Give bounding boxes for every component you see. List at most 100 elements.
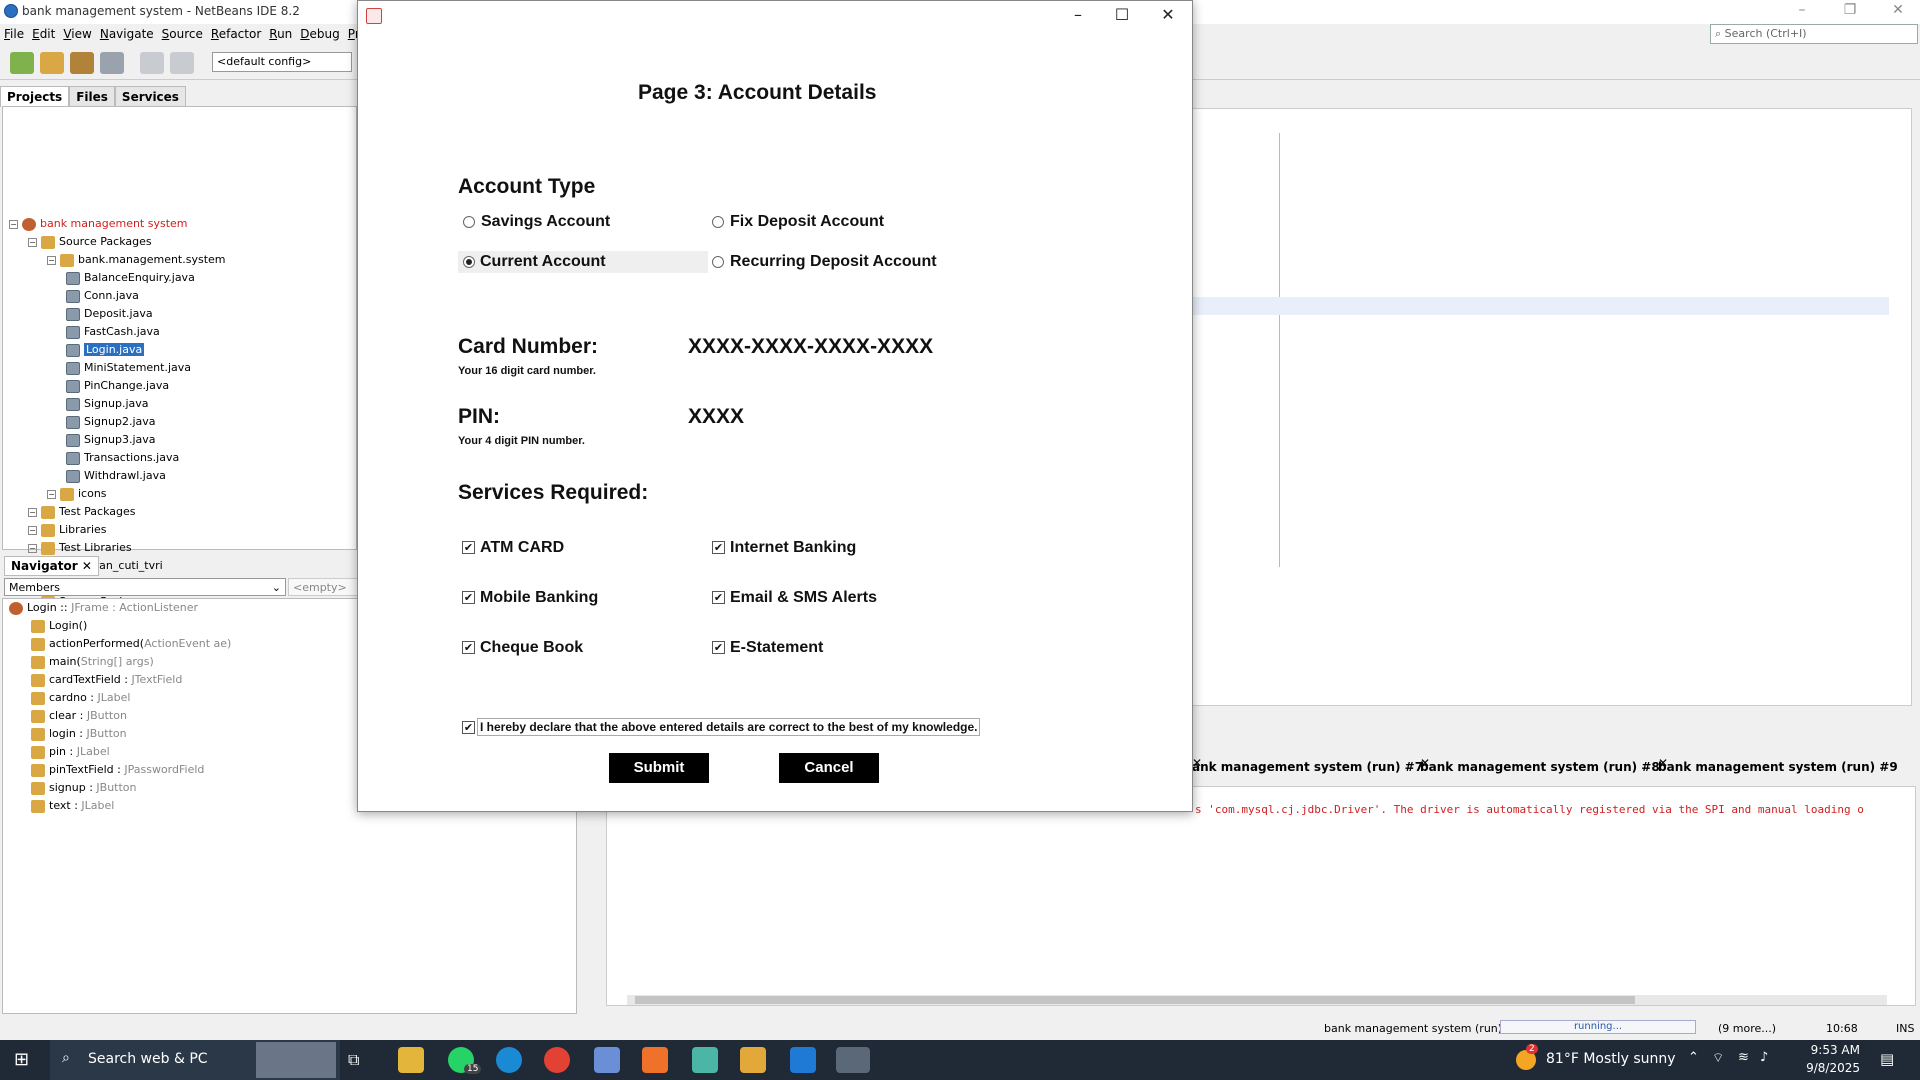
declaration-label[interactable]: I hereby declare that the above entered … [477, 718, 981, 736]
fix-deposit-radio[interactable] [712, 216, 724, 228]
tab-projects[interactable]: Projects [0, 86, 70, 107]
tree-item[interactable]: Signup3.java [66, 431, 156, 449]
tree-item[interactable]: − Libraries [28, 521, 107, 539]
clock-time[interactable]: 9:53 AM [1798, 1043, 1860, 1057]
tree-item[interactable]: BalanceEnquiry.java [66, 269, 195, 287]
fix-deposit-label[interactable]: Fix Deposit Account [730, 213, 884, 231]
atm-card-checkbox[interactable]: ✔ [462, 541, 475, 554]
restore-icon[interactable]: ❐ [1830, 2, 1870, 22]
tree-item[interactable]: Login.java [66, 341, 145, 359]
expand-toggle-icon[interactable]: − [28, 525, 37, 535]
xampp-icon[interactable] [642, 1047, 668, 1073]
vscode-icon[interactable] [790, 1047, 816, 1073]
output-tab-7[interactable]: ank management system (run) #7 ✕ [1192, 756, 1423, 774]
output-tab-9[interactable]: bank management system (run) #9 ✕ [1658, 756, 1898, 774]
current-account-label[interactable]: Current Account [480, 253, 606, 271]
navigator-item[interactable]: cardno : JLabel [31, 689, 130, 707]
menu-refactor[interactable]: Refactor [207, 24, 265, 44]
recurring-deposit-radio[interactable] [712, 256, 724, 268]
tree-item[interactable]: MiniStatement.java [66, 359, 191, 377]
expand-toggle-icon[interactable]: − [9, 219, 18, 229]
tree-item[interactable]: Signup2.java [66, 413, 156, 431]
minimize-icon[interactable]: – [1782, 2, 1822, 22]
code-editor[interactable] [1192, 108, 1912, 706]
email-sms-label[interactable]: Email & SMS Alerts [730, 589, 877, 607]
undo-icon[interactable] [140, 52, 164, 74]
tree-item[interactable]: Transactions.java [66, 449, 179, 467]
expand-toggle-icon[interactable]: − [47, 489, 56, 499]
tree-item[interactable]: Signup.java [66, 395, 149, 413]
tree-item[interactable]: − Source Packages [28, 233, 152, 251]
savings-label[interactable]: Savings Account [481, 213, 610, 231]
navigator-item[interactable]: clear : JButton [31, 707, 127, 725]
chrome-icon[interactable] [544, 1047, 570, 1073]
close-icon[interactable]: ✕ [1146, 5, 1190, 27]
java-app-icon[interactable] [836, 1047, 870, 1073]
tree-item[interactable]: − bank management system [9, 215, 188, 233]
menu-run[interactable]: Run [265, 24, 296, 44]
volume-icon[interactable]: ♪ [1760, 1050, 1768, 1065]
navigator-item[interactable]: pinTextField : JPasswordField [31, 761, 204, 779]
notifications-icon[interactable]: ▤ [1880, 1050, 1894, 1068]
save-all-icon[interactable] [100, 52, 124, 74]
minimize-icon[interactable]: – [1056, 5, 1100, 27]
tree-item[interactable]: Withdrawl.java [66, 467, 166, 485]
wifi-icon[interactable]: ≋ [1738, 1050, 1749, 1065]
tree-item[interactable]: − bank.management.system [47, 251, 226, 269]
e-statement-label[interactable]: E-Statement [730, 639, 823, 657]
tab-services[interactable]: Services [114, 86, 186, 107]
new-project-icon[interactable] [40, 52, 64, 74]
menu-edit[interactable]: Edit [28, 24, 59, 44]
redo-icon[interactable] [170, 52, 194, 74]
expand-toggle-icon[interactable]: − [28, 237, 37, 247]
tab-files[interactable]: Files [69, 86, 115, 107]
progress-bar[interactable]: running... [1500, 1020, 1696, 1034]
navigator-item[interactable]: login : JButton [31, 725, 127, 743]
weather-text[interactable]: 81°F Mostly sunny [1546, 1051, 1676, 1067]
network-icon[interactable]: ⌔ [1712, 1050, 1724, 1066]
scrollbar-thumb[interactable] [635, 996, 1635, 1004]
tree-item[interactable]: − Test Libraries [28, 539, 132, 557]
tree-item[interactable]: − icons [47, 485, 107, 503]
menu-debug[interactable]: Debug [296, 24, 343, 44]
clock-date[interactable]: 9/8/2025 [1798, 1061, 1860, 1075]
tab-navigator[interactable]: Navigator ✕ [4, 556, 99, 576]
navigator-item[interactable]: Login :: JFrame : ActionListener [9, 599, 198, 617]
edge-icon[interactable] [496, 1047, 522, 1073]
tree-item[interactable]: FastCash.java [66, 323, 160, 341]
ide-search-input[interactable]: ⌕ Search (Ctrl+I) [1710, 24, 1918, 44]
horizontal-scrollbar[interactable] [627, 995, 1887, 1005]
task-view-icon[interactable]: ⧉ [348, 1050, 359, 1070]
navigator-item[interactable]: Login() [31, 617, 87, 635]
recurring-deposit-label[interactable]: Recurring Deposit Account [730, 253, 937, 271]
tree-item[interactable]: Deposit.java [66, 305, 153, 323]
new-file-icon[interactable] [10, 52, 34, 74]
tray-chevron-icon[interactable]: ⌃ [1688, 1050, 1699, 1065]
navigator-item[interactable]: main(String[] args) [31, 653, 154, 671]
taskbar-search[interactable]: ⌕ Search web & PC [50, 1040, 340, 1080]
mobile-banking-checkbox[interactable]: ✔ [462, 591, 475, 604]
maximize-icon[interactable]: ☐ [1100, 5, 1144, 27]
expand-toggle-icon[interactable]: − [28, 543, 37, 553]
internet-banking-checkbox[interactable]: ✔ [712, 541, 725, 554]
cancel-button[interactable]: Cancel [779, 753, 879, 783]
status-more[interactable]: (9 more...) [1718, 1022, 1776, 1035]
atm-card-label[interactable]: ATM CARD [480, 539, 564, 557]
mobile-banking-label[interactable]: Mobile Banking [480, 589, 598, 607]
cheque-book-label[interactable]: Cheque Book [480, 639, 583, 657]
git-icon[interactable] [740, 1047, 766, 1073]
close-icon[interactable]: ✕ [1878, 2, 1918, 22]
close-icon[interactable]: ✕ [82, 559, 92, 573]
notepad-icon[interactable] [692, 1047, 718, 1073]
expand-toggle-icon[interactable]: − [28, 507, 37, 517]
tree-item[interactable]: PinChange.java [66, 377, 169, 395]
internet-banking-label[interactable]: Internet Banking [730, 539, 856, 557]
cheque-book-checkbox[interactable]: ✔ [462, 641, 475, 654]
output-tab-8[interactable]: bank management system (run) #8 ✕ [1420, 756, 1660, 774]
declaration-checkbox[interactable]: ✔ [462, 721, 475, 734]
menu-view[interactable]: View [59, 24, 95, 44]
navigator-item[interactable]: text : JLabel [31, 797, 114, 815]
current-account-radio[interactable] [463, 256, 475, 268]
menu-source[interactable]: Source [158, 24, 207, 44]
navigator-item[interactable]: actionPerformed(ActionEvent ae) [31, 635, 231, 653]
